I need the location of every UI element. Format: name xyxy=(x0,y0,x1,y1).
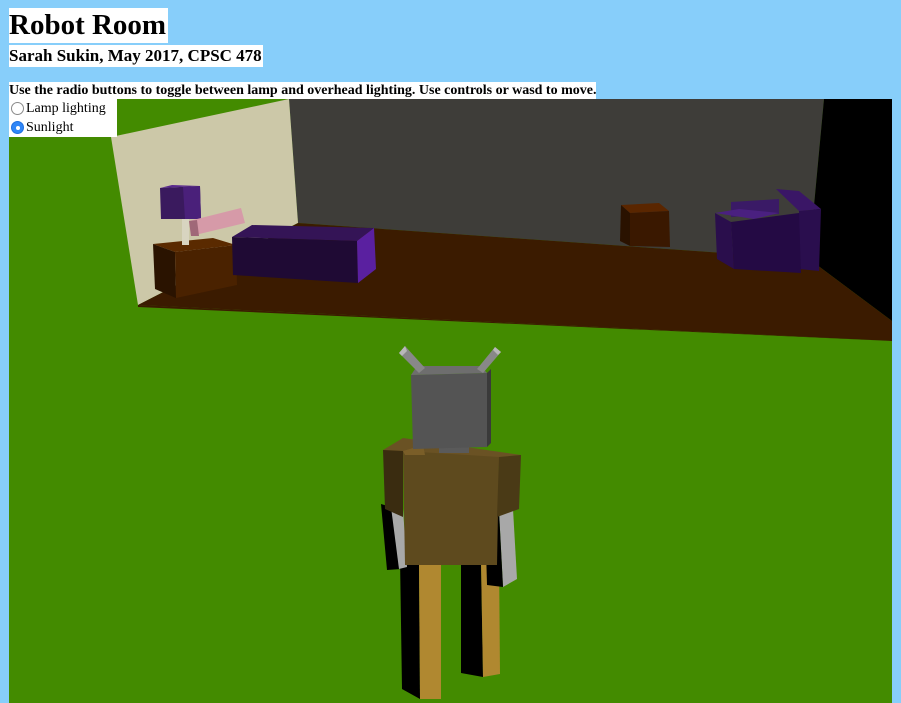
lighting-radio-group: Lamp lighting Sunlight xyxy=(9,99,117,137)
robot-left-leg xyxy=(400,557,420,699)
lamp-lighting-radio[interactable] xyxy=(11,102,24,115)
sunlight-radio[interactable] xyxy=(11,121,24,134)
lamp-lighting-option[interactable]: Lamp lighting xyxy=(9,99,117,118)
room xyxy=(111,99,892,341)
3d-scene-canvas[interactable] xyxy=(9,99,892,703)
page-title: Robot Room xyxy=(9,8,169,43)
instructions-text: Use the radio buttons to toggle between … xyxy=(9,82,597,99)
page-subtitle: Sarah Sukin, May 2017, CPSC 478 xyxy=(9,45,263,67)
couch xyxy=(232,225,376,283)
robot-head xyxy=(411,373,487,449)
robot-right-leg xyxy=(461,557,483,677)
lamp-lighting-label[interactable]: Lamp lighting xyxy=(26,101,106,117)
sunlight-label[interactable]: Sunlight xyxy=(26,120,73,136)
side-box xyxy=(620,203,670,247)
sunlight-option[interactable]: Sunlight xyxy=(9,118,117,137)
